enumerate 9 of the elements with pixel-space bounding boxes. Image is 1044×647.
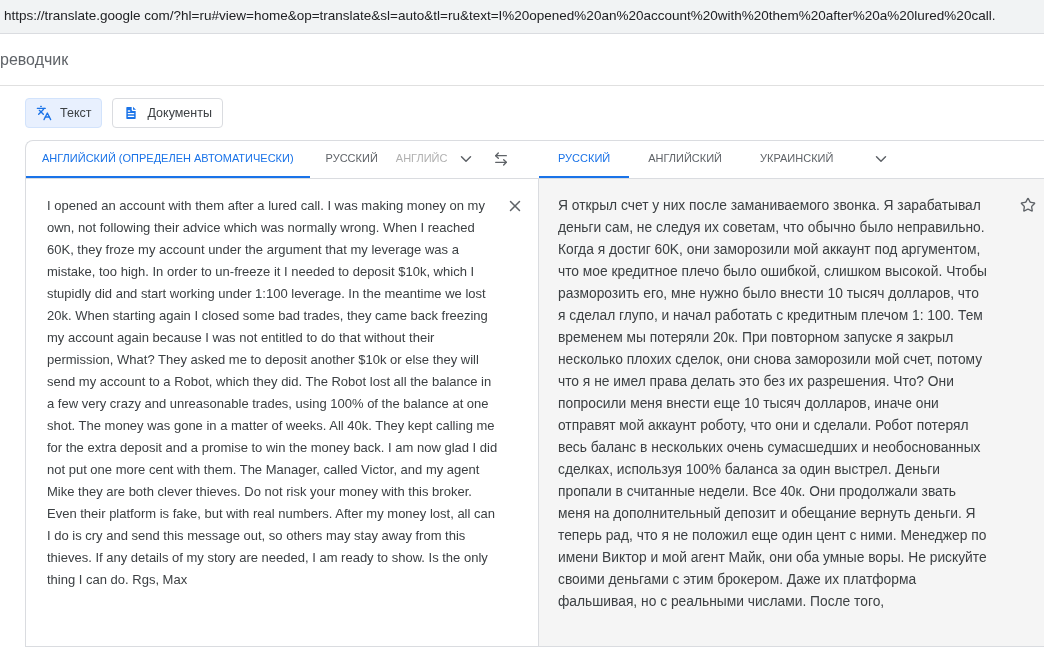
source-text-field[interactable]: I opened an account with them after a lured call. I was making money on my own, not following their advice which was normally wrong. When I reached 60K, they froze my account under the argument that my leverage was a mistake, too high. In order to un-freeze it I needed to deposit $10k, which I stupidly did and start working under 1:100 leverage. In the meantime we lost 20k. When starting again I closed some bad trades, they came back freezing my account again because I was not entitled to do that without their permission, What? They asked me to deposit another $10k or else they will send my account to a Robot, which they did. The Robot lost all the balance in a few very crazy and unreasonable trades, using 100% of the balance at one shot. The money was gone in a matter of weeks. All 40k. They kept calling me for the extra deposit and a promise to win the money back. I am now glad I did not put one more cent with them. The Manager, called Victor, and my agent Mike they are both clever thieves. Do not risk your money with this broker. Even their platform is fake, but with real numbers. After my money lost, all can I do is cry and send this message out, so others may stay away from this thieves. If any details of my story are needed, I am ready to show. Is the only thing I can do. Rgs, Max: [47, 195, 502, 646]
app-title: реводчик: [0, 49, 69, 70]
address-bar[interactable]: https://translate.google com/?hl=ru#view=home&op=translate&sl=auto&tl=ru&text=I%20opened%20an%20account%20with%20them%20after%20a%20lured%20call.: [0, 0, 1044, 34]
translation-text: Я открыл счет у них после заманиваемого звонка. Я зарабатывал деньги сам, не следуя их советам, что обычно было неправильно. Когда я достиг 60K, они заморозили мой аккаунт под аргументом, что мое кредитное плечо было ошибкой, слишком высокой. Чтобы разморозить его, мне нужно было внести 10 тысяч долларов, что я сделал глупо, и начал работать с кредитным плечом 1: 100. Тем временем мы потеряли 20к. При повторном запуске я закрыл несколько плохих сделок, они снова заморозили мой счет, потому что я не имел права делать это без их разрешения. Что? Они попросили меня внести еще 10 тысяч долларов, иначе они отправят мой аккаунт роботу, что они и сделали. Робот потерял весь баланс в нескольких очень сумасшедших и необоснованных сделках, используя 100% баланса за один выстрел. Деньги пропали в считанные недели. Все 40к. Они продолжали звать меня на дополнительный депозит и обещание вернуть деньги. Я теперь рад, что я не положил еще один цент с ними. Менеджер по имени Виктор и мой агент Майк, они оба умные воры. Не рискуйте своими деньгами с этим брокером. Даже их платформа фальшивая, но с реальными числами. После того,: [558, 197, 988, 611]
mode-button[interactable]: Текст: [25, 98, 103, 128]
language-tab[interactable]: АНГЛИЙСКИЙ: [629, 141, 742, 178]
mode-button[interactable]: Документы: [112, 98, 223, 128]
language-tab[interactable]: УКРАИНСКИЙ: [741, 141, 853, 178]
language-tab[interactable]: РУССКИЙ: [309, 141, 394, 178]
